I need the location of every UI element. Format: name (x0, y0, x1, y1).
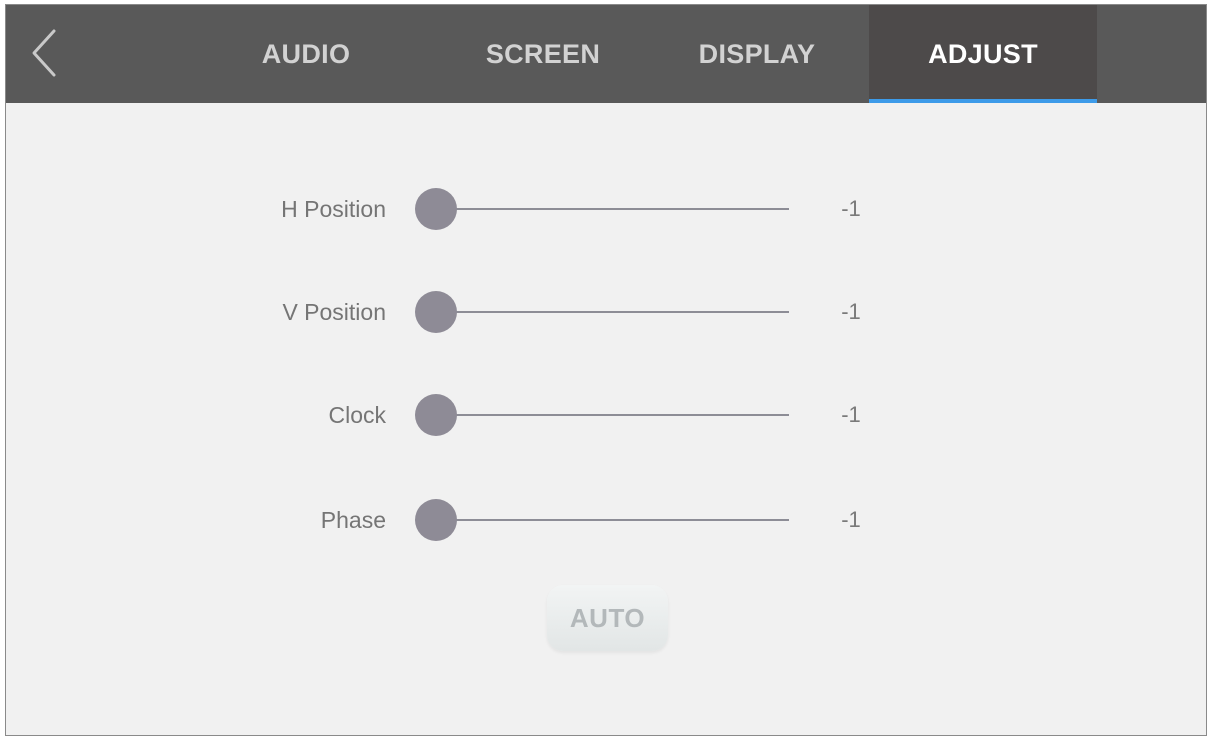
setting-value: -1 (841, 196, 861, 221)
top-nav-bar: AUDIO SCREEN DISPLAY ADJUST (6, 5, 1206, 103)
back-button[interactable] (20, 25, 70, 81)
adjust-settings-window: AUDIO SCREEN DISPLAY ADJUST H Position -… (5, 4, 1207, 736)
tab-adjust[interactable]: ADJUST (869, 5, 1097, 103)
slider-track (435, 208, 789, 210)
h-position-slider[interactable] (415, 187, 789, 231)
tab-display[interactable]: DISPLAY (678, 5, 836, 103)
active-tab-indicator (869, 99, 1097, 103)
setting-row-h-position: H Position -1 (6, 187, 1206, 231)
setting-row-phase: Phase -1 (6, 498, 1206, 542)
slider-thumb[interactable] (415, 394, 457, 436)
setting-value: -1 (841, 299, 861, 324)
setting-label: H Position (281, 196, 386, 222)
slider-track (435, 311, 789, 313)
slider-track (435, 519, 789, 521)
slider-thumb[interactable] (415, 499, 457, 541)
auto-button[interactable]: AUTO (547, 585, 668, 651)
clock-slider[interactable] (415, 393, 789, 437)
slider-track (435, 414, 789, 416)
tab-audio[interactable]: AUDIO (234, 5, 378, 103)
slider-thumb[interactable] (415, 291, 457, 333)
setting-value: -1 (841, 402, 861, 427)
setting-label: V Position (282, 299, 386, 325)
slider-thumb[interactable] (415, 188, 457, 230)
setting-row-v-position: V Position -1 (6, 290, 1206, 334)
setting-label: Phase (320, 507, 386, 533)
v-position-slider[interactable] (415, 290, 789, 334)
chevron-left-icon (32, 29, 56, 77)
setting-row-clock: Clock -1 (6, 393, 1206, 437)
tab-screen[interactable]: SCREEN (454, 5, 632, 103)
setting-value: -1 (841, 507, 861, 532)
setting-label: Clock (328, 402, 386, 428)
phase-slider[interactable] (415, 498, 789, 542)
